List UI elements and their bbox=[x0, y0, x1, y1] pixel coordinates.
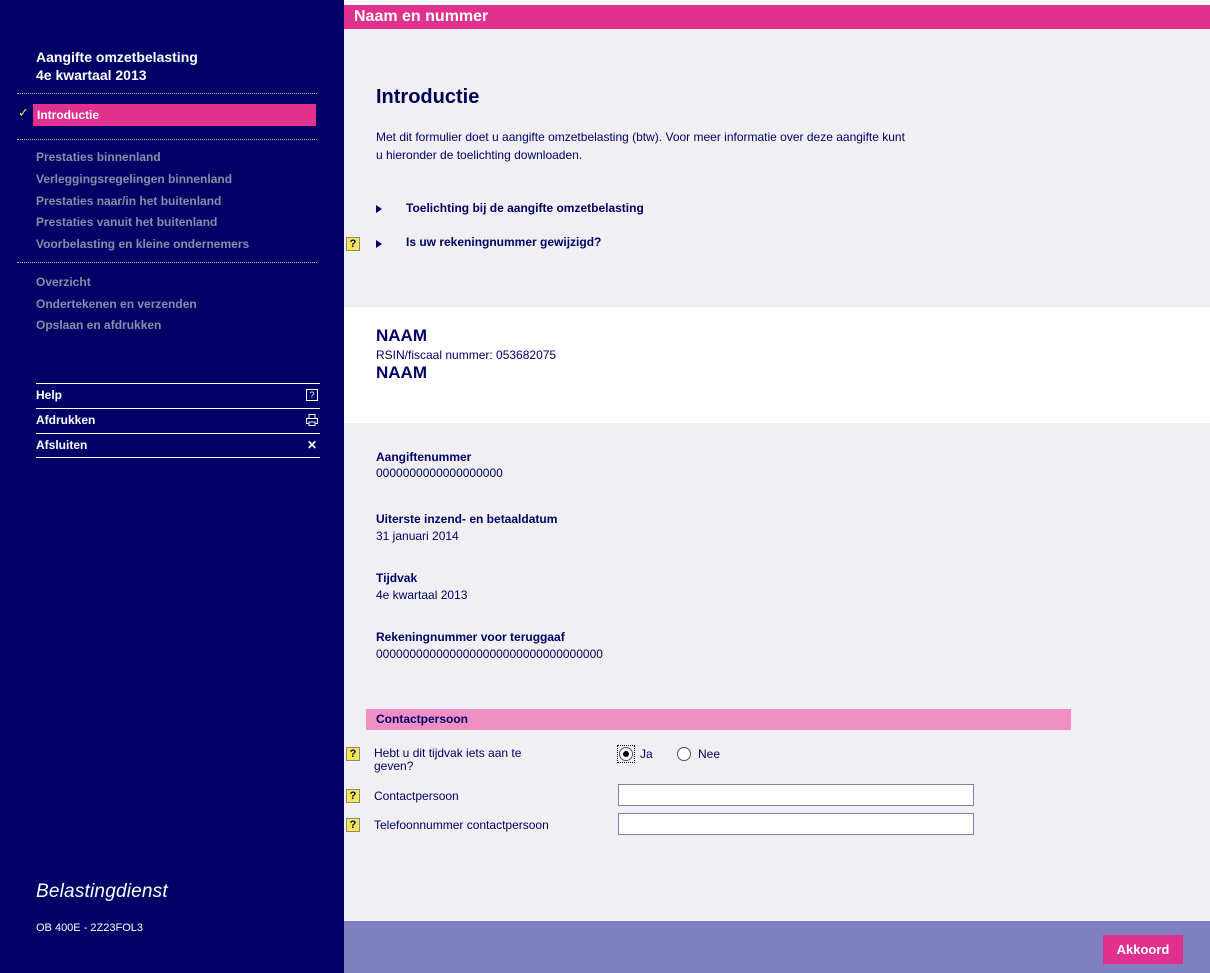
intro-text-line2: u hieronder de toelichting downloaden. bbox=[376, 148, 583, 162]
close-label: Afsluiten bbox=[36, 438, 88, 452]
radio-ja-label[interactable]: Ja bbox=[640, 747, 653, 761]
page-title: Naam en nummer bbox=[344, 5, 1210, 29]
radio-ja[interactable] bbox=[619, 747, 633, 761]
datum-label: Uiterste inzend- en betaaldatum bbox=[376, 512, 558, 526]
toelichting-link[interactable]: Toelichting bij de aangifte omzetbelasti… bbox=[406, 201, 644, 215]
sidebar: Aangifte omzetbelasting 4e kwartaal 2013… bbox=[0, 0, 344, 973]
aangiftenummer-value: 0000000000000000000 bbox=[376, 466, 503, 480]
help-question-icon[interactable]: ? bbox=[346, 237, 360, 251]
intro-text: Met dit formulier doet u aangifte omzetb… bbox=[376, 128, 1016, 164]
brand-logo: Belastingdienst bbox=[36, 881, 168, 902]
nav-item-prestaties-vanuit-buitenland[interactable]: Prestaties vanuit het buitenland bbox=[36, 214, 217, 230]
melding-question-line2: geven? bbox=[374, 759, 414, 773]
nav-item-ondertekenen[interactable]: Ondertekenen en verzenden bbox=[36, 296, 197, 312]
divider bbox=[17, 139, 317, 140]
melding-question-label: Hebt u dit tijdvak iets aan te geven? bbox=[374, 747, 521, 773]
footer-bar bbox=[344, 921, 1210, 973]
tijdvak-label: Tijdvak bbox=[376, 571, 418, 585]
taxpayer-name: NAAM bbox=[376, 326, 427, 345]
nav-item-introductie[interactable]: Introductie bbox=[33, 104, 316, 126]
help-icon: ? bbox=[306, 389, 318, 401]
telefoonnummer-label: Telefoonnummer contactpersoon bbox=[374, 818, 549, 832]
intro-text-line1: Met dit formulier doet u aangifte omzetb… bbox=[376, 130, 905, 144]
help-label: Help bbox=[36, 388, 63, 402]
nav-item-overzicht[interactable]: Overzicht bbox=[36, 274, 91, 290]
radio-nee[interactable] bbox=[677, 747, 691, 761]
nav-item-verleggingsregelingen[interactable]: Verleggingsregelingen binnenland bbox=[36, 171, 232, 187]
details-panel bbox=[344, 423, 1210, 921]
contactpersoon-label: Contactpersoon bbox=[374, 789, 459, 803]
contactpersoon-input[interactable] bbox=[618, 784, 974, 806]
datum-value: 31 januari 2014 bbox=[376, 529, 459, 543]
radio-nee-label[interactable]: Nee bbox=[698, 747, 720, 761]
intro-panel bbox=[344, 29, 1210, 307]
rsin-number: RSIN/fiscaal nummer: 053682075 bbox=[376, 348, 557, 362]
intro-heading: Introductie bbox=[376, 86, 480, 108]
print-button[interactable]: Afdrukken bbox=[36, 408, 320, 433]
nav-item-opslaan[interactable]: Opslaan en afdrukken bbox=[36, 317, 161, 333]
print-label: Afdrukken bbox=[36, 413, 96, 427]
divider bbox=[17, 93, 317, 94]
help-question-icon[interactable]: ? bbox=[346, 789, 360, 803]
nav-item-prestaties-binnenland[interactable]: Prestaties binnenland bbox=[36, 149, 161, 165]
nav-item-prestaties-naar-buitenland[interactable]: Prestaties naar/in het buitenland bbox=[36, 193, 221, 209]
tijdvak-value: 4e kwartaal 2013 bbox=[376, 588, 468, 602]
akkoord-button[interactable]: Akkoord bbox=[1103, 935, 1183, 964]
telefoonnummer-input[interactable] bbox=[618, 813, 974, 835]
checkmark-icon: ✓ bbox=[18, 105, 29, 120]
help-question-icon[interactable]: ? bbox=[346, 747, 360, 761]
rekeningnummer-link[interactable]: Is uw rekeningnummer gewijzigd? bbox=[406, 235, 601, 249]
close-button[interactable]: Afsluiten ✕ bbox=[36, 433, 320, 458]
expand-arrow-icon[interactable] bbox=[376, 205, 382, 213]
identity-panel bbox=[344, 307, 1210, 423]
printer-icon bbox=[306, 414, 318, 426]
form-title-line2: 4e kwartaal 2013 bbox=[36, 67, 147, 83]
close-icon: ✕ bbox=[306, 438, 318, 452]
form-title-line1: Aangifte omzetbelasting bbox=[36, 49, 198, 65]
help-question-icon[interactable]: ? bbox=[346, 818, 360, 832]
contactpersoon-section-header: Contactpersoon bbox=[366, 709, 1071, 730]
taxpayer-name-secondary: NAAM bbox=[376, 363, 427, 382]
rekening-value: 0000000000000000000000000000000000 bbox=[376, 647, 603, 661]
rekening-label: Rekeningnummer voor teruggaaf bbox=[376, 630, 565, 644]
nav-item-voorbelasting[interactable]: Voorbelasting en kleine ondernemers bbox=[36, 236, 249, 252]
aangiftenummer-label: Aangiftenummer bbox=[376, 450, 472, 464]
divider bbox=[17, 262, 317, 263]
form-code: OB 400E - 2Z23FOL3 bbox=[36, 922, 143, 934]
expand-arrow-icon[interactable] bbox=[376, 240, 382, 248]
help-button[interactable]: Help ? bbox=[36, 383, 320, 408]
form-title: Aangifte omzetbelasting 4e kwartaal 2013 bbox=[36, 48, 198, 84]
